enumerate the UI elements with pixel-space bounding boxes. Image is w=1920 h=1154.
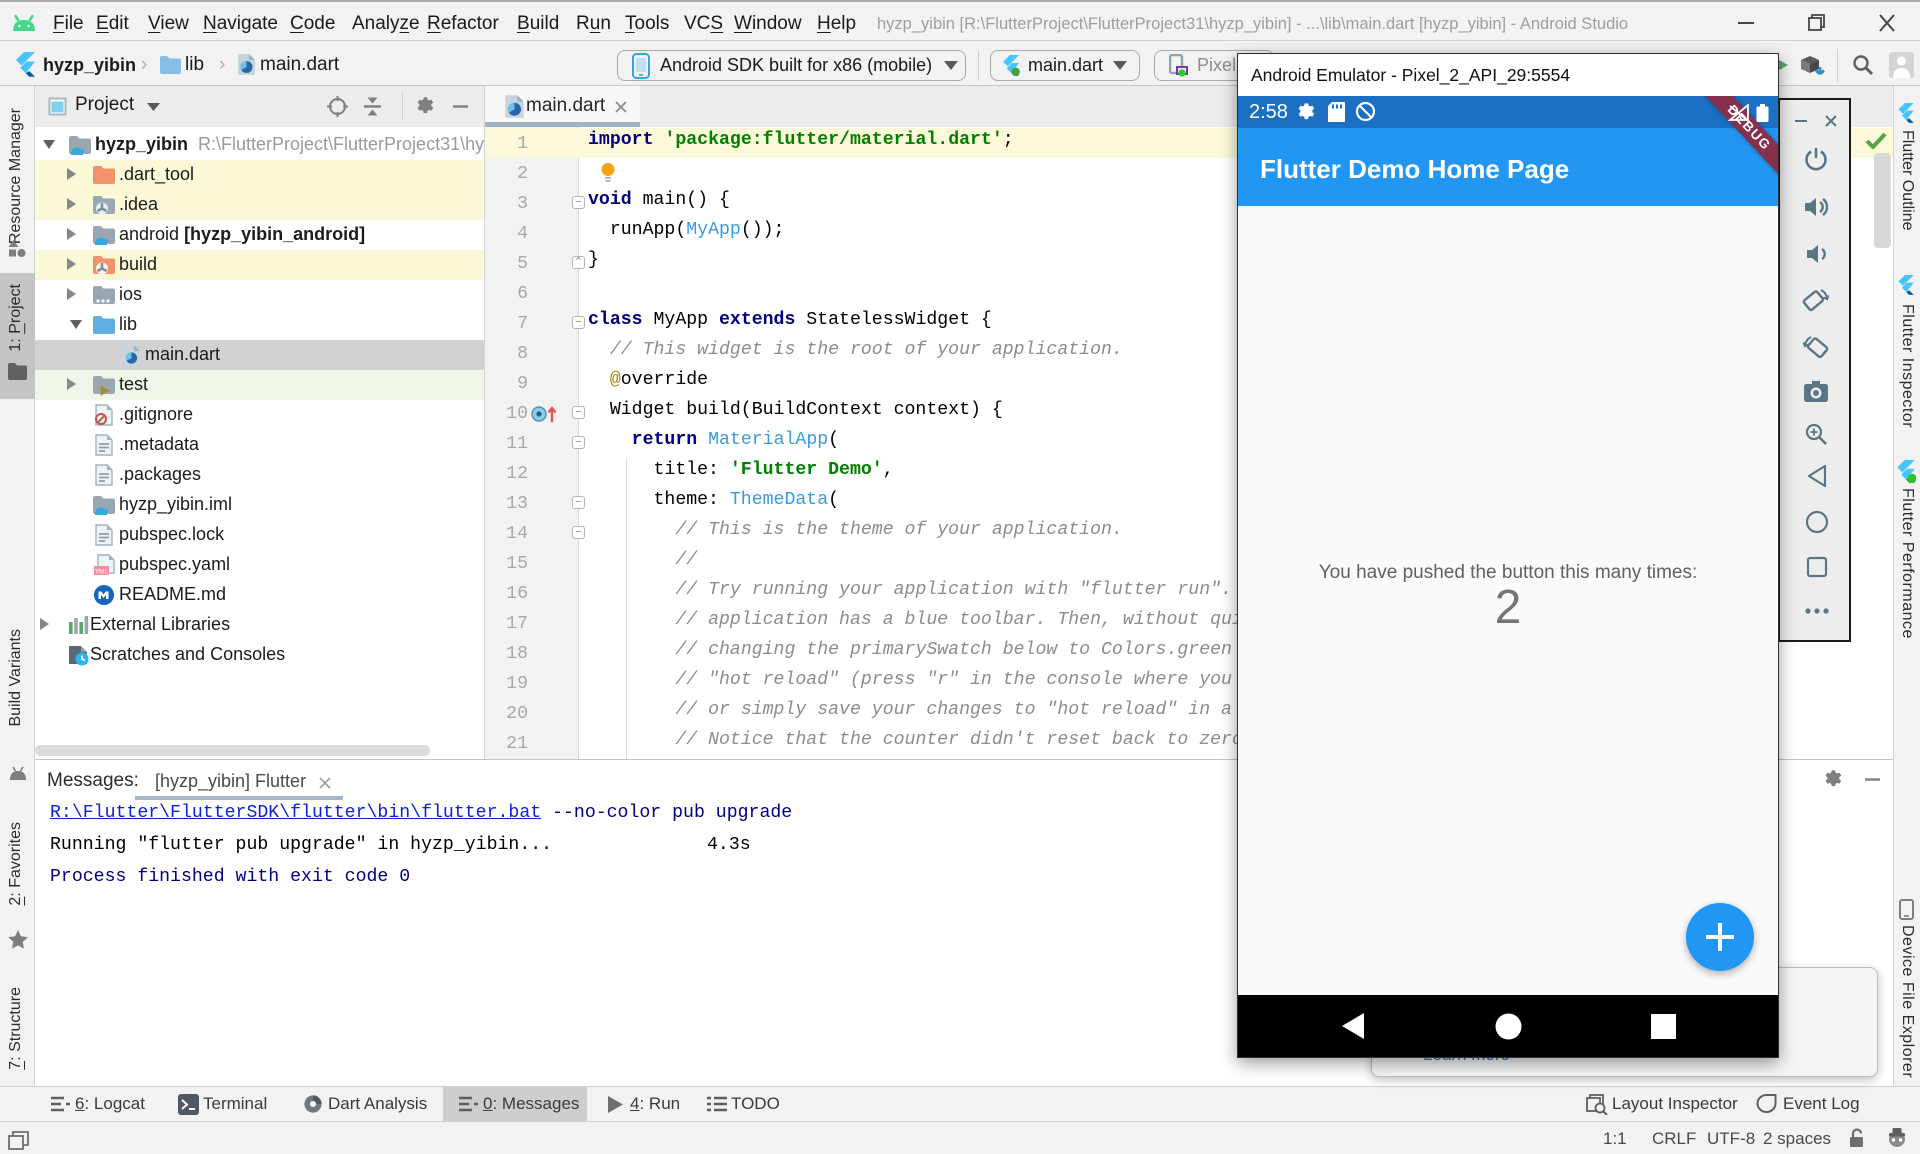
svg-text:YML: YML (95, 568, 109, 575)
